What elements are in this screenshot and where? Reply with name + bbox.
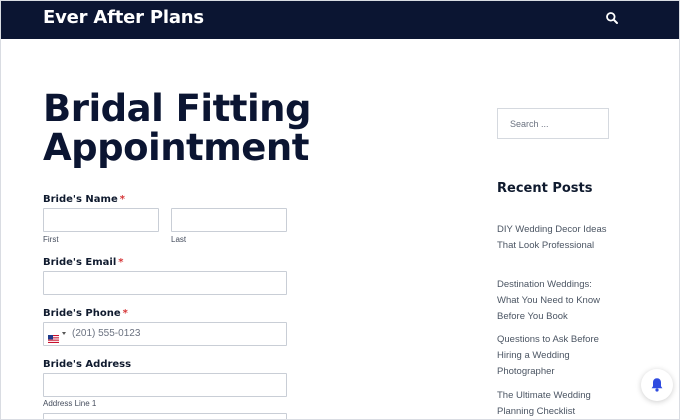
- recent-post-link[interactable]: Destination Weddings: What You Need to K…: [497, 277, 615, 325]
- phone-placeholder: (201) 555-0123: [72, 328, 141, 339]
- site-title[interactable]: Ever After Plans: [43, 7, 204, 28]
- required-mark: *: [119, 194, 125, 205]
- required-mark: *: [118, 257, 124, 268]
- first-sublabel: First: [43, 235, 59, 244]
- address-line1-sublabel: Address Line 1: [43, 399, 97, 408]
- sidebar-search-input[interactable]: Search ...: [497, 108, 609, 139]
- required-mark: *: [122, 308, 128, 319]
- recent-post-link[interactable]: Questions to Ask Before Hiring a Wedding…: [497, 332, 615, 380]
- recent-post-link[interactable]: DIY Wedding Decor Ideas That Look Profes…: [497, 222, 615, 254]
- brides-name-label: Bride's Name *: [43, 194, 125, 205]
- brides-email-label-text: Bride's Email: [43, 257, 117, 268]
- brides-address-label: Bride's Address: [43, 359, 132, 370]
- site-header: Ever After Plans: [1, 1, 679, 39]
- brides-name-label-text: Bride's Name: [43, 194, 118, 205]
- notification-bell-button[interactable]: [641, 369, 673, 401]
- recent-posts-heading: Recent Posts: [497, 181, 593, 196]
- address-line2-input[interactable]: [43, 413, 287, 419]
- recent-post-link[interactable]: The Ultimate Wedding Planning Checklist: [497, 388, 615, 419]
- chevron-down-icon[interactable]: [62, 332, 66, 335]
- bell-icon: [651, 378, 663, 392]
- phone-input[interactable]: (201) 555-0123: [43, 322, 287, 346]
- brides-phone-label-text: Bride's Phone: [43, 308, 121, 319]
- sidebar-search-placeholder: Search ...: [510, 119, 549, 129]
- brides-phone-label: Bride's Phone *: [43, 308, 128, 319]
- brides-email-label: Bride's Email *: [43, 257, 124, 268]
- email-input[interactable]: [43, 271, 287, 295]
- search-icon[interactable]: [605, 11, 619, 25]
- first-name-input[interactable]: [43, 208, 159, 232]
- last-sublabel: Last: [171, 235, 187, 244]
- page-title: Bridal Fitting Appointment: [43, 87, 312, 169]
- page-frame: Ever After Plans Bridal Fitting Appointm…: [0, 0, 680, 420]
- us-flag-icon[interactable]: [48, 330, 59, 343]
- address-line1-input[interactable]: [43, 373, 287, 397]
- last-name-input[interactable]: [171, 208, 287, 232]
